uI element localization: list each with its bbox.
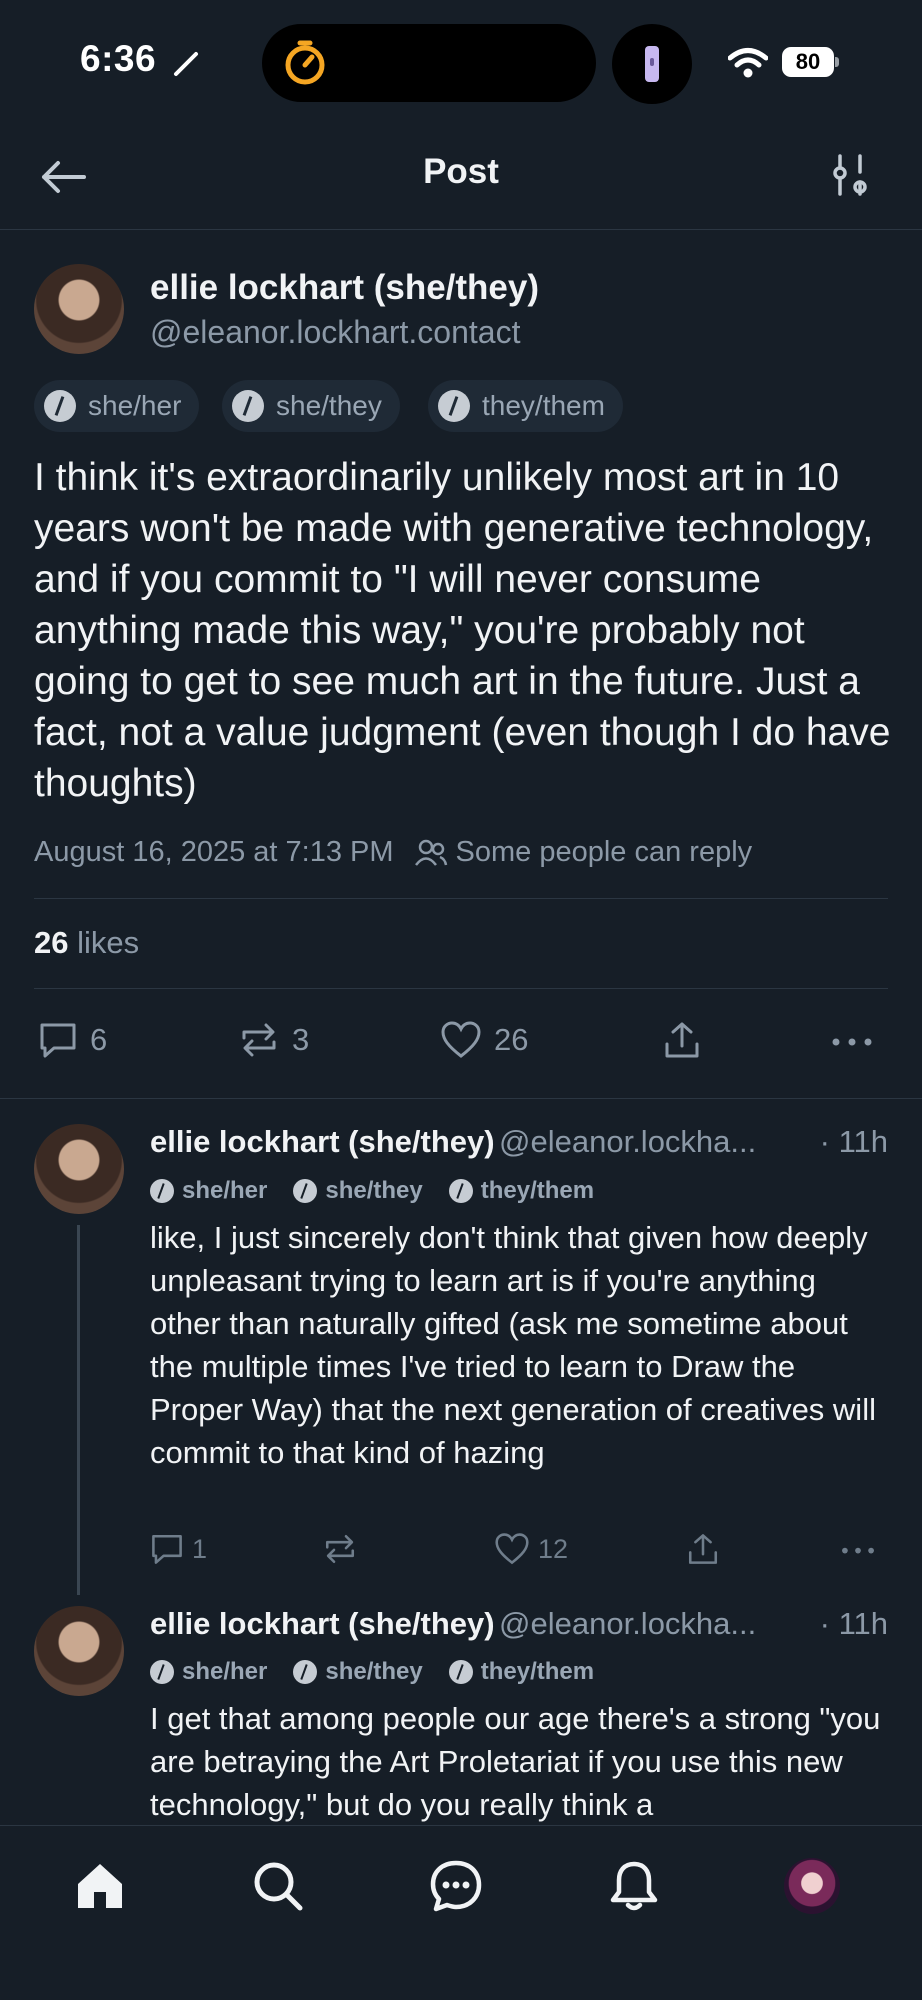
author-name[interactable]: ellie lockhart (she/they) bbox=[150, 268, 539, 308]
repost-count: 3 bbox=[292, 1022, 310, 1057]
repost-icon bbox=[242, 1023, 276, 1057]
post-text: I think it's extraordinarily unlikely mo… bbox=[34, 456, 891, 805]
thread-line bbox=[77, 1225, 80, 1595]
share-button[interactable] bbox=[686, 1532, 728, 1566]
pronoun-pill[interactable]: she/they bbox=[222, 380, 400, 432]
reply-header[interactable]: ellie lockhart (she/they) @eleanor.lockh… bbox=[150, 1606, 890, 1642]
home-icon[interactable] bbox=[72, 1858, 128, 1914]
reply-avatar[interactable] bbox=[34, 1606, 124, 1696]
pronoun-pill[interactable]: she/her bbox=[34, 380, 200, 432]
reply-time: · 11h bbox=[819, 1606, 888, 1641]
reply-pronouns: she/her she/they they/them bbox=[150, 1658, 620, 1686]
search-icon[interactable] bbox=[250, 1858, 306, 1914]
reply-icon bbox=[152, 1534, 182, 1564]
repost-button[interactable]: 3 bbox=[238, 1020, 309, 1060]
like-count: 12 bbox=[538, 1533, 569, 1564]
like-count: 26 bbox=[494, 1022, 529, 1057]
wifi-icon bbox=[728, 48, 768, 78]
like-button[interactable]: 26 bbox=[440, 1020, 528, 1060]
reply-text: like, I just sincerely don't think that … bbox=[150, 1220, 876, 1470]
pronoun-icon bbox=[448, 1660, 473, 1684]
pronoun-label: she/her bbox=[182, 1658, 268, 1685]
repost-button[interactable] bbox=[322, 1532, 366, 1566]
likes-label: likes bbox=[77, 925, 140, 960]
divider bbox=[34, 898, 888, 899]
pronoun-pill[interactable]: they/them bbox=[448, 1177, 595, 1205]
reply-author-name: ellie lockhart (she/they) bbox=[150, 1124, 495, 1159]
heart-icon bbox=[441, 1021, 481, 1058]
pronoun-label: she/her bbox=[182, 1177, 268, 1204]
pronoun-pill[interactable]: they/them bbox=[428, 380, 623, 432]
pronoun-icon bbox=[150, 1660, 174, 1684]
pronoun-label: she/they bbox=[325, 1177, 423, 1204]
more-icon bbox=[832, 1038, 872, 1046]
reply-time: · 11h bbox=[819, 1124, 888, 1159]
post-meta: August 16, 2025 at 7:13 PM Some people c… bbox=[34, 836, 752, 869]
timer-icon[interactable] bbox=[280, 37, 330, 87]
reply-setting[interactable]: Some people can reply bbox=[456, 836, 753, 869]
reply-count: 6 bbox=[90, 1022, 108, 1057]
pronoun-label: she/they bbox=[325, 1658, 423, 1685]
reply-text: I get that among people our age there's … bbox=[150, 1701, 881, 1822]
pronoun-pill[interactable]: they/them bbox=[448, 1658, 595, 1686]
thread-settings-icon[interactable] bbox=[826, 150, 876, 200]
share-icon bbox=[665, 1022, 699, 1058]
repost-icon bbox=[325, 1534, 355, 1564]
people-icon bbox=[414, 839, 447, 866]
share-button[interactable] bbox=[662, 1020, 714, 1060]
reply-author-handle: @eleanor.lockha... bbox=[499, 1606, 757, 1641]
reply-button[interactable]: 1 bbox=[150, 1532, 207, 1566]
reply-icon bbox=[40, 1023, 76, 1058]
pronoun-pill[interactable]: she/they bbox=[293, 1177, 423, 1205]
flashlight-indicator[interactable] bbox=[612, 24, 692, 104]
pronoun-icon bbox=[150, 1179, 174, 1203]
status-time: 6:36 bbox=[80, 38, 157, 79]
divider bbox=[0, 1098, 922, 1099]
pronoun-icon bbox=[232, 390, 264, 422]
reply-header[interactable]: ellie lockhart (she/they) @eleanor.lockh… bbox=[150, 1124, 890, 1160]
battery-level: 80 bbox=[782, 47, 834, 77]
divider bbox=[34, 988, 888, 989]
profile-avatar-tab[interactable] bbox=[784, 1858, 840, 1914]
messages-icon[interactable] bbox=[428, 1858, 484, 1914]
pronoun-label: they/them bbox=[480, 1177, 595, 1204]
pronoun-pill[interactable]: she/her bbox=[150, 1177, 267, 1205]
share-icon bbox=[688, 1534, 718, 1564]
pronoun-label: she/her bbox=[88, 390, 182, 421]
pronoun-pill[interactable]: she/her bbox=[150, 1658, 267, 1686]
pronoun-icon bbox=[293, 1179, 318, 1203]
page-title: Post bbox=[423, 152, 499, 191]
post-timestamp: August 16, 2025 at 7:13 PM bbox=[34, 836, 394, 868]
reply-author-handle: @eleanor.lockha... bbox=[499, 1124, 757, 1159]
reply-author-name: ellie lockhart (she/they) bbox=[150, 1606, 495, 1641]
pronoun-icon bbox=[448, 1179, 473, 1203]
author-avatar[interactable] bbox=[34, 264, 124, 354]
pronoun-label: they/them bbox=[480, 1658, 595, 1685]
notifications-bell-icon[interactable] bbox=[606, 1858, 662, 1914]
like-button[interactable]: 12 bbox=[494, 1532, 568, 1566]
pronoun-label: she/they bbox=[276, 390, 382, 421]
pronoun-label: they/them bbox=[482, 390, 605, 421]
heart-icon bbox=[495, 1533, 529, 1565]
reply-button[interactable]: 6 bbox=[38, 1020, 107, 1060]
likes-summary[interactable]: 26 likes bbox=[34, 925, 139, 961]
more-options-button[interactable] bbox=[840, 1532, 884, 1566]
pencil-icon bbox=[174, 52, 198, 76]
pronoun-icon bbox=[438, 390, 470, 422]
more-icon bbox=[842, 1547, 874, 1554]
reply-count: 1 bbox=[192, 1533, 208, 1564]
pronoun-icon bbox=[293, 1660, 318, 1684]
pronoun-icon bbox=[44, 390, 76, 422]
reply-avatar[interactable] bbox=[34, 1124, 124, 1214]
author-handle[interactable]: @eleanor.lockhart.contact bbox=[150, 314, 520, 351]
more-options-button[interactable] bbox=[830, 1020, 886, 1060]
likes-count: 26 bbox=[34, 925, 69, 960]
pronoun-pill[interactable]: she/they bbox=[293, 1658, 423, 1686]
reply-pronouns: she/her she/they they/them bbox=[150, 1177, 620, 1205]
battery-indicator: 80 bbox=[782, 47, 840, 77]
flashlight-icon bbox=[645, 46, 659, 82]
